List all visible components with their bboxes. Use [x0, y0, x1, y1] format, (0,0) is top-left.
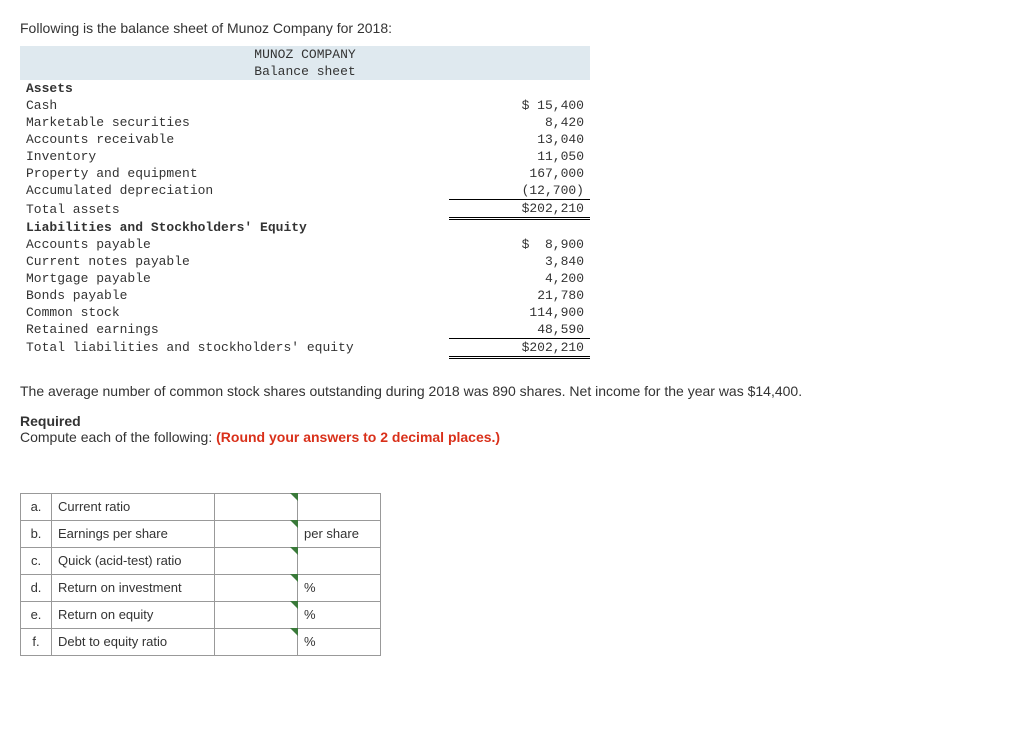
answer-label: Quick (acid-test) ratio: [52, 547, 215, 574]
bs-row-label: Inventory: [20, 148, 449, 165]
cell-marker-icon: [290, 628, 298, 636]
answer-letter: c.: [21, 547, 52, 574]
answer-label: Earnings per share: [52, 520, 215, 547]
answer-input-roe[interactable]: [215, 601, 298, 628]
bs-row-amt: 48,590: [449, 321, 590, 339]
answer-label: Debt to equity ratio: [52, 628, 215, 655]
answer-table: a. Current ratio b. Earnings per share p…: [20, 475, 381, 656]
answer-unit: %: [298, 574, 381, 601]
bs-row-amt: 8,420: [449, 114, 590, 131]
cell-marker-icon: [290, 520, 298, 528]
bs-total-amt: $202,210: [449, 200, 590, 219]
bs-row-amt: (12,700): [449, 182, 590, 200]
bs-row-label: Accumulated depreciation: [20, 182, 449, 200]
bs-row-amt: $ 15,400: [449, 97, 590, 114]
answer-unit: [298, 547, 381, 574]
answer-input-current-ratio[interactable]: [215, 493, 298, 520]
table-row: b. Earnings per share per share: [21, 520, 381, 547]
bs-row-label: Marketable securities: [20, 114, 449, 131]
bs-row-amt: 114,900: [449, 304, 590, 321]
bs-row-label: Accounts payable: [20, 236, 449, 253]
balance-sheet-table: MUNOZ COMPANY Balance sheet Assets Cash$…: [20, 46, 590, 359]
bs-total-label: Total liabilities and stockholders' equi…: [20, 338, 449, 357]
bs-total-amt: $202,210: [449, 338, 590, 357]
cell-marker-icon: [290, 547, 298, 555]
paragraph-info: The average number of common stock share…: [20, 383, 1004, 399]
bs-row-label: Mortgage payable: [20, 270, 449, 287]
table-row: a. Current ratio: [21, 493, 381, 520]
answer-unit: [298, 493, 381, 520]
answer-unit: %: [298, 601, 381, 628]
answer-label: Return on investment: [52, 574, 215, 601]
answer-unit: %: [298, 628, 381, 655]
bs-row-amt: 3,840: [449, 253, 590, 270]
bs-company: MUNOZ COMPANY: [20, 46, 590, 63]
required-heading: Required: [20, 413, 1004, 429]
bs-row-amt: 13,040: [449, 131, 590, 148]
table-row: d. Return on investment %: [21, 574, 381, 601]
answer-input-quick-ratio[interactable]: [215, 547, 298, 574]
bs-title: Balance sheet: [20, 63, 590, 80]
bs-row-label: Cash: [20, 97, 449, 114]
bs-row-amt: 11,050: [449, 148, 590, 165]
required-hint: (Round your answers to 2 decimal places.…: [216, 429, 500, 445]
table-row: e. Return on equity %: [21, 601, 381, 628]
bs-total-label: Total assets: [20, 200, 449, 219]
answer-input-eps[interactable]: [215, 520, 298, 547]
answer-label: Current ratio: [52, 493, 215, 520]
table-row: c. Quick (acid-test) ratio: [21, 547, 381, 574]
bs-section-assets: Assets: [20, 80, 449, 97]
answer-letter: d.: [21, 574, 52, 601]
bs-row-amt: 4,200: [449, 270, 590, 287]
answer-label: Return on equity: [52, 601, 215, 628]
cell-marker-icon: [290, 493, 298, 501]
answer-letter: a.: [21, 493, 52, 520]
required-text: Compute each of the following: (Round yo…: [20, 429, 1004, 445]
bs-row-label: Retained earnings: [20, 321, 449, 339]
answer-unit: per share: [298, 520, 381, 547]
bs-row-label: Common stock: [20, 304, 449, 321]
bs-row-label: Property and equipment: [20, 165, 449, 182]
intro-text: Following is the balance sheet of Munoz …: [20, 20, 1004, 36]
bs-section-liab: Liabilities and Stockholders' Equity: [20, 219, 449, 236]
table-row: f. Debt to equity ratio %: [21, 628, 381, 655]
answer-letter: f.: [21, 628, 52, 655]
cell-marker-icon: [290, 601, 298, 609]
bs-row-amt: $ 8,900: [449, 236, 590, 253]
cell-marker-icon: [290, 574, 298, 582]
bs-row-label: Accounts receivable: [20, 131, 449, 148]
bs-row-amt: 21,780: [449, 287, 590, 304]
bs-row-amt: 167,000: [449, 165, 590, 182]
answer-input-roi[interactable]: [215, 574, 298, 601]
bs-row-label: Bonds payable: [20, 287, 449, 304]
answer-input-debt-equity[interactable]: [215, 628, 298, 655]
answer-letter: b.: [21, 520, 52, 547]
bs-row-label: Current notes payable: [20, 253, 449, 270]
answer-letter: e.: [21, 601, 52, 628]
